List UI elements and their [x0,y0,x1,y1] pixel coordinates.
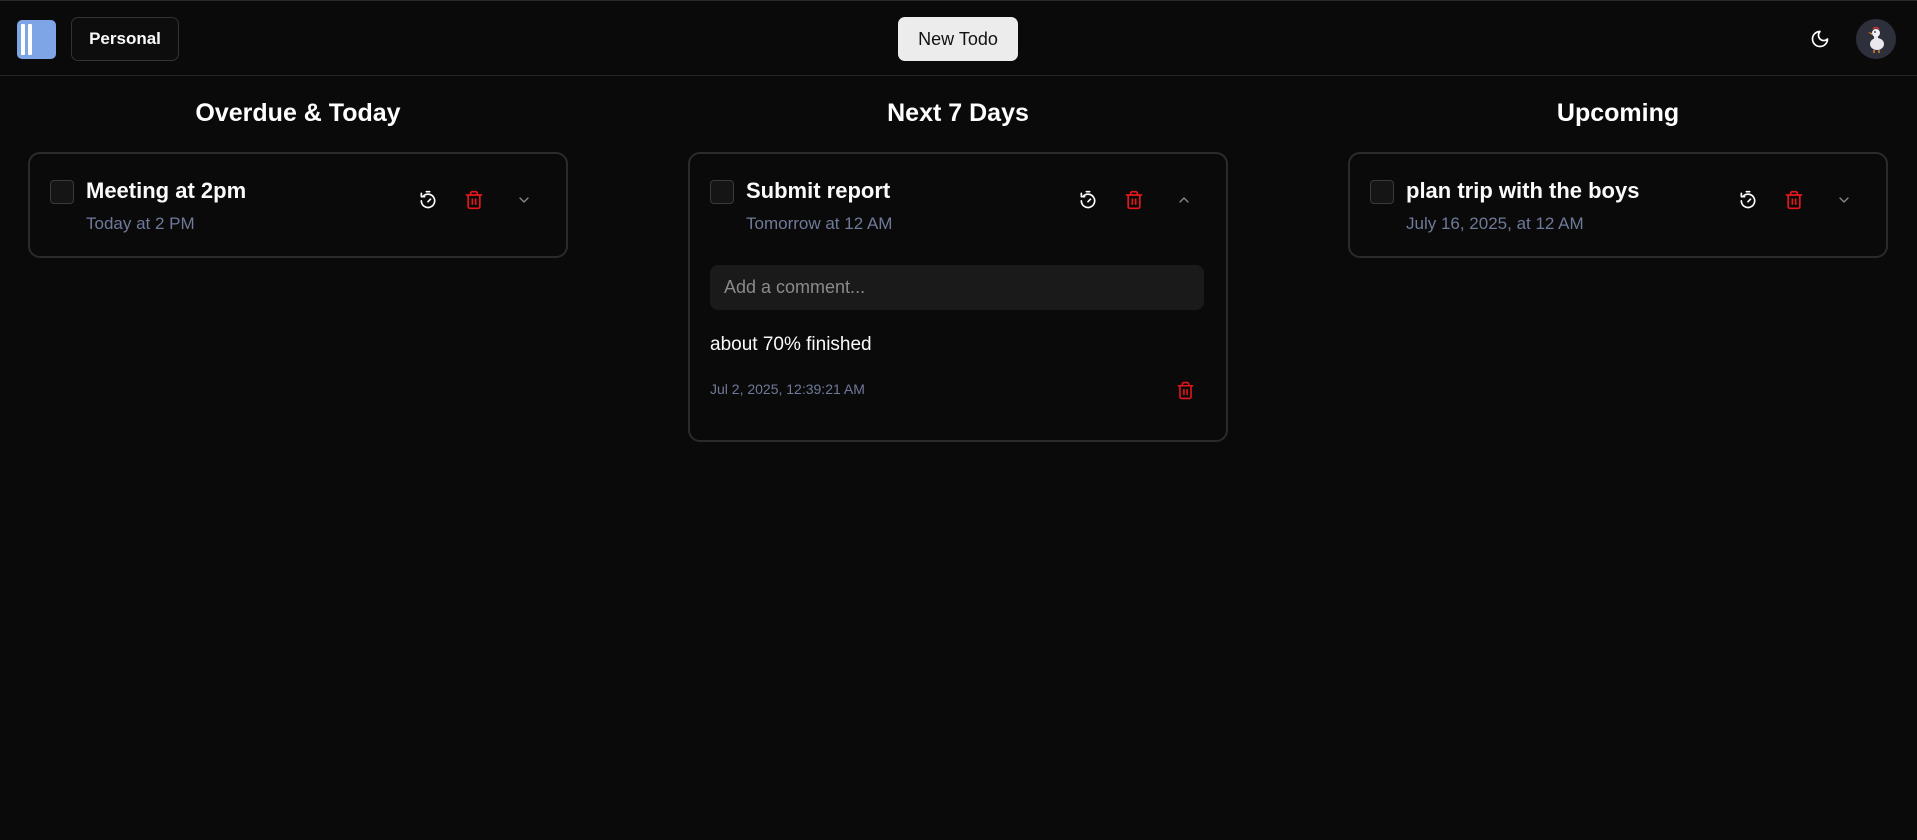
top-bar: Personal New Todo [0,0,1917,76]
todo-due-date: July 16, 2025, at 12 AM [1406,214,1584,233]
todo-title: Meeting at 2pm [86,178,247,203]
column-title-upcoming: Upcoming [1556,99,1680,127]
comment-timestamp: Jul 2, 2025, 12:39:21 AM [710,381,865,397]
chevron-down-icon[interactable] [510,186,538,214]
todo-checkbox[interactable] [710,180,734,204]
todo-title: plan trip with the boys [1406,178,1640,203]
column-title-overdue-today: Overdue & Today [195,99,401,127]
sidebar-toggle-icon[interactable] [17,20,56,59]
reschedule-timer-icon[interactable] [414,186,442,214]
moon-icon[interactable] [1806,25,1834,53]
todo-checkbox[interactable] [50,180,74,204]
todo-card: Submit report Tomorrow at 12 AM about 70… [688,152,1228,442]
new-todo-button[interactable]: New Todo [898,17,1018,61]
workspace-selector-button[interactable]: Personal [71,17,179,61]
todo-due-date: Tomorrow at 12 AM [746,214,893,233]
delete-comment-trash-icon[interactable] [1171,376,1199,404]
comment-input[interactable] [710,265,1204,310]
delete-trash-icon[interactable] [1780,186,1808,214]
reschedule-timer-icon[interactable] [1734,186,1762,214]
chevron-down-icon[interactable] [1830,186,1858,214]
todo-title: Submit report [746,178,891,203]
comment-text: about 70% finished [710,334,872,355]
column-title-next-7-days: Next 7 Days [887,99,1029,127]
delete-trash-icon[interactable] [460,186,488,214]
delete-trash-icon[interactable] [1120,186,1148,214]
todo-card: plan trip with the boys July 16, 2025, a… [1348,152,1888,258]
avatar[interactable] [1856,19,1896,59]
reschedule-timer-icon[interactable] [1074,186,1102,214]
chevron-up-icon[interactable] [1170,186,1198,214]
todo-due-date: Today at 2 PM [86,214,195,233]
todo-card: Meeting at 2pm Today at 2 PM [28,152,568,258]
todo-checkbox[interactable] [1370,180,1394,204]
